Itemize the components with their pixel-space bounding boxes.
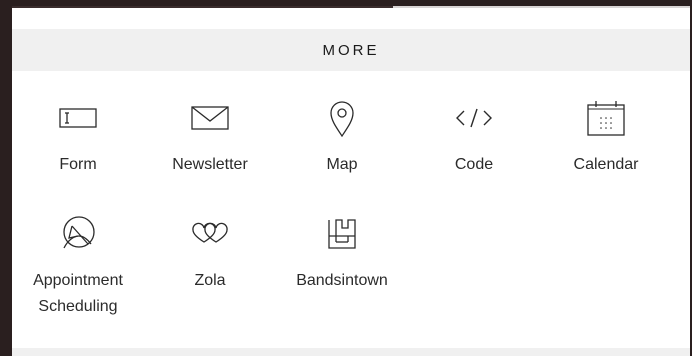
block-label: Bandsintown: [296, 272, 388, 289]
section-header: MORE: [12, 29, 690, 71]
zola-icon: [188, 212, 232, 256]
block-label: Zola: [194, 272, 226, 289]
map-pin-icon: [320, 96, 364, 140]
block-label: Newsletter: [172, 156, 248, 173]
block-label: Form: [59, 156, 97, 173]
calendar-icon: [584, 96, 628, 140]
block-appointment-scheduling[interactable]: Appointment Scheduling: [12, 212, 144, 320]
envelope-icon: [188, 96, 232, 140]
form-icon: [56, 96, 100, 140]
top-divider: [12, 6, 690, 28]
block-zola[interactable]: Zola: [144, 212, 276, 294]
block-newsletter[interactable]: Newsletter: [144, 96, 276, 178]
code-icon: [452, 96, 496, 140]
block-label: Map: [326, 156, 358, 173]
block-form[interactable]: Form: [12, 96, 144, 178]
bandsintown-icon: [320, 212, 364, 256]
block-label: Appointment Scheduling: [33, 272, 123, 315]
block-picker-panel: MORE Form Newsletter Map Code Calendar A…: [12, 6, 690, 356]
block-label: Calendar: [573, 156, 639, 173]
block-code[interactable]: Code: [408, 96, 540, 178]
block-map[interactable]: Map: [276, 96, 408, 178]
block-label: Code: [454, 156, 494, 173]
appointment-icon: [56, 212, 100, 256]
section-title: MORE: [322, 41, 380, 59]
next-section-header: [12, 348, 690, 356]
block-calendar[interactable]: Calendar: [540, 96, 672, 178]
block-bandsintown[interactable]: Bandsintown: [276, 212, 408, 294]
